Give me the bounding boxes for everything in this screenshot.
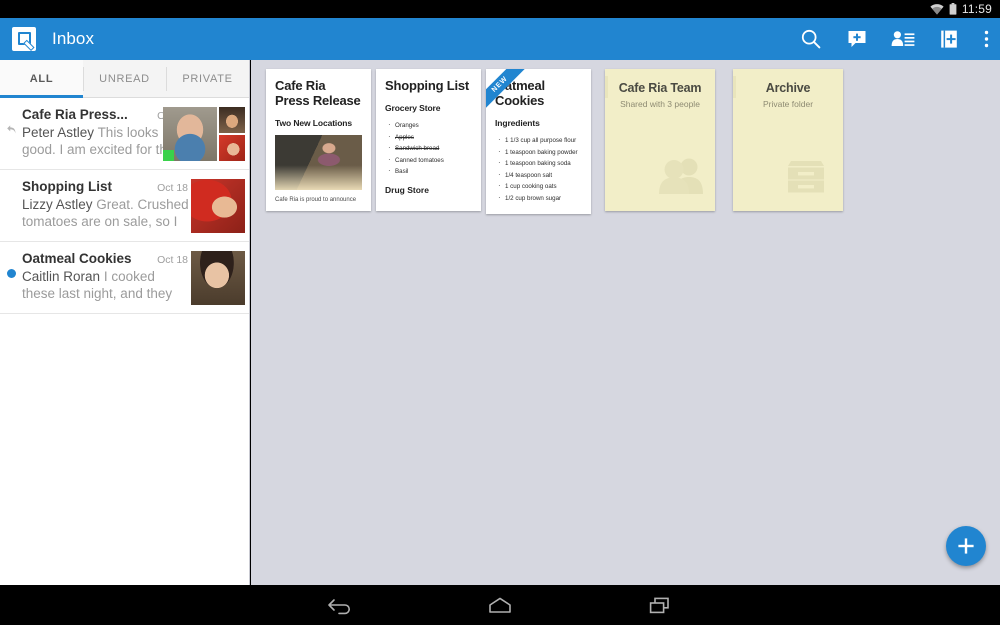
list-item[interactable]: Oatmeal Cookies Oct 18 Caitlin Roran I c…: [0, 242, 249, 314]
message-date: Oct 18: [151, 254, 188, 266]
action-bar-buttons: [788, 18, 1000, 60]
tab-bar: ALL UNREAD PRIVATE: [0, 60, 249, 98]
message-list: Cafe Ria Press... Oct 18 Peter Astley Th…: [0, 98, 249, 314]
contacts-icon[interactable]: [880, 18, 926, 60]
ingredient-item: 1 cup cooking oats: [498, 181, 582, 193]
message-preview: Lizzy Astley Great. Crushed tomatoes are…: [22, 196, 190, 230]
unread-dot: [6, 268, 17, 279]
folder-subtitle: Private folder: [733, 99, 843, 109]
android-tablet-screen: 11:59 Inbox: [0, 0, 1000, 625]
wifi-icon: [930, 4, 944, 15]
card-slot: Shopping List Grocery Store Oranges Appl…: [376, 69, 481, 211]
people-icon: [658, 155, 704, 200]
page-title: Inbox: [52, 29, 94, 49]
checklist-item: Canned tomatoes: [388, 155, 472, 167]
battery-icon: [949, 3, 957, 15]
checklist-item: Basil: [388, 166, 472, 178]
action-bar: Inbox: [0, 18, 1000, 60]
document-checklist: Oranges Apples Sandwich bread Canned tom…: [385, 120, 472, 178]
document-body-text: Cafe Ria is proud to announce: [275, 196, 362, 204]
message-sender: Caitlin Roran: [22, 269, 100, 284]
document-card-press-release[interactable]: Cafe Ria Press Release Two New Locations…: [266, 69, 371, 211]
card-slot: Cafe Ria Team Shared with 3 people: [605, 69, 715, 211]
message-marker-none: [6, 196, 17, 207]
folder-card-cafe-ria-team[interactable]: Cafe Ria Team Shared with 3 people: [605, 69, 715, 211]
tab-all-label: ALL: [30, 73, 53, 85]
desktop-canvas: Cafe Ria Press Release Two New Locations…: [251, 60, 1000, 585]
folder-card-archive[interactable]: Archive Private folder: [733, 69, 843, 211]
overflow-menu-icon[interactable]: [972, 18, 1000, 60]
card-slot: Archive Private folder: [733, 69, 843, 211]
checklist-item: Oranges: [388, 120, 472, 132]
list-item[interactable]: Shopping List Oct 18 Lizzy Astley Great.…: [0, 170, 249, 242]
document-heading: Ingredients: [495, 118, 582, 128]
list-item[interactable]: Cafe Ria Press... Oct 18 Peter Astley Th…: [0, 98, 249, 170]
ingredient-item: 1 1/3 cup all purpose flour: [498, 135, 582, 147]
ingredient-item: 1/4 teaspoon salt: [498, 170, 582, 182]
folder-subtitle: Shared with 3 people: [605, 99, 715, 109]
message-preview: Caitlin Roran I cooked these last night,…: [22, 268, 190, 302]
search-icon[interactable]: [788, 18, 834, 60]
message-sender: Lizzy Astley: [22, 197, 93, 212]
home-icon[interactable]: [470, 585, 530, 625]
document-heading: Grocery Store: [385, 103, 472, 113]
ingredient-item: 1/2 cup brown sugar: [498, 193, 582, 205]
checklist-item: Sandwich bread: [388, 143, 472, 155]
folder-title: Archive: [733, 81, 843, 95]
tab-private-label: PRIVATE: [182, 73, 232, 85]
folder-title: Cafe Ria Team: [605, 81, 715, 95]
avatar: [191, 179, 245, 233]
recents-icon[interactable]: [630, 585, 690, 625]
ingredient-item: 1 teaspoon baking powder: [498, 147, 582, 159]
document-heading-secondary: Drug Store: [385, 185, 472, 195]
quip-logo-icon[interactable]: [12, 27, 36, 51]
status-bar: 11:59: [0, 0, 1000, 18]
message-date: Oct 18: [151, 182, 188, 194]
document-title: Shopping List: [385, 78, 472, 93]
avatar: [191, 251, 245, 305]
avatar: [219, 107, 245, 133]
checklist-item: Apples: [388, 132, 472, 144]
avatar-stack: [219, 107, 245, 161]
inbox-pane: ALL UNREAD PRIVATE Cafe Ria Press... Oct: [0, 60, 250, 585]
document-card-shopping-list[interactable]: Shopping List Grocery Store Oranges Appl…: [376, 69, 481, 211]
new-message-icon[interactable]: [834, 18, 880, 60]
tab-unread-label: UNREAD: [99, 73, 150, 85]
message-subject: Oatmeal Cookies: [22, 251, 132, 266]
card-slot: Cafe Ria Press Release Two New Locations…: [266, 69, 371, 211]
tab-all[interactable]: ALL: [0, 60, 83, 97]
status-bar-clock: 11:59: [962, 2, 992, 16]
back-icon[interactable]: [310, 585, 370, 625]
avatar-group: [191, 179, 245, 233]
tab-private[interactable]: PRIVATE: [166, 60, 249, 97]
reply-icon: [6, 124, 17, 135]
message-subject: Shopping List: [22, 179, 112, 194]
ingredient-item: 1 teaspoon baking soda: [498, 158, 582, 170]
add-button[interactable]: [946, 526, 986, 566]
file-cabinet-icon: [787, 155, 825, 200]
message-sender: Peter Astley: [22, 125, 94, 140]
avatar-group: [163, 107, 245, 161]
avatar-group: [191, 251, 245, 305]
document-thumbnail-image: [275, 135, 362, 190]
new-document-icon[interactable]: [926, 18, 972, 60]
document-title: Cafe Ria Press Release: [275, 78, 362, 108]
document-heading: Two New Locations: [275, 118, 362, 128]
document-card-oatmeal-cookies[interactable]: NEW Oatmeal Cookies Ingredients 1 1/3 cu…: [486, 69, 591, 214]
card-slot: NEW Oatmeal Cookies Ingredients 1 1/3 cu…: [486, 69, 591, 214]
avatar: [219, 135, 245, 161]
avatar: [163, 107, 217, 161]
document-ingredient-list: 1 1/3 cup all purpose flour 1 teaspoon b…: [495, 135, 582, 204]
tab-unread[interactable]: UNREAD: [83, 60, 166, 97]
message-subject: Cafe Ria Press...: [22, 107, 128, 122]
card-grid: Cafe Ria Press Release Two New Locations…: [266, 69, 848, 214]
android-navigation-bar: [0, 585, 1000, 625]
